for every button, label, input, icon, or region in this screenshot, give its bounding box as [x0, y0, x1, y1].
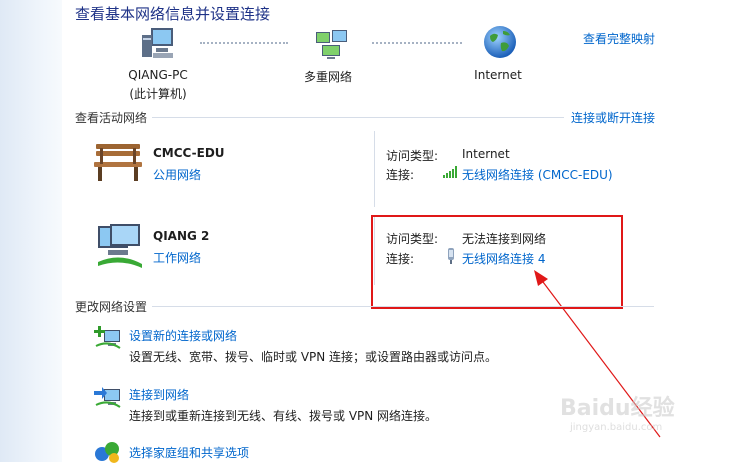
node-label-computer: QIANG-PC (此计算机): [118, 68, 198, 102]
connect-disconnect-link[interactable]: 连接或断开连接: [571, 109, 655, 126]
full-map-link[interactable]: 查看完整映射: [583, 30, 655, 47]
left-navigation-pane: [0, 0, 62, 462]
change-settings-heading: 更改网络设置: [75, 300, 148, 314]
access-type-value: Internet: [462, 147, 510, 161]
network-icon: [313, 28, 351, 63]
network-type-link[interactable]: 工作网络: [153, 249, 201, 266]
signal-bars-icon: [443, 166, 457, 181]
node-label-internet: Internet: [474, 68, 522, 82]
task-description: 连接到或重新连接到无线、有线、拨号或 VPN 网络连接。: [129, 409, 438, 423]
watermark-text: Baidu经验: [560, 396, 675, 421]
section-divider: [152, 306, 654, 307]
computer-icon: [140, 26, 176, 63]
active-networks-heading: 查看活动网络: [75, 111, 148, 125]
network-name: QIANG 2: [153, 229, 210, 243]
connection-link[interactable]: 无线网络连接 (CMCC-EDU): [462, 166, 613, 183]
bench-icon: [92, 140, 144, 187]
task-connect-network-link[interactable]: 连接到网络: [129, 386, 189, 403]
task-description: 设置无线、宽带、拨号、临时或 VPN 连接；或设置路由器或访问点。: [129, 350, 498, 364]
work-network-icon: [94, 222, 146, 273]
section-divider: [152, 117, 564, 118]
node-label-multiple-networks: 多重网络: [303, 70, 352, 84]
node-name: QIANG-PC: [128, 68, 188, 82]
access-type-label: 访问类型:: [386, 149, 439, 163]
baidu-watermark: Baidu经验 jingyan.baidu.com: [560, 390, 675, 433]
homegroup-icon: [94, 441, 122, 466]
watermark-subtext: jingyan.baidu.com: [570, 422, 663, 433]
network-type-link[interactable]: 公用网络: [153, 166, 201, 183]
network-name: CMCC-EDU: [153, 146, 225, 160]
column-divider: [374, 131, 375, 207]
page-title: 查看基本网络信息并设置连接: [75, 5, 271, 23]
map-connector-2: [372, 42, 462, 44]
map-connector-1: [200, 42, 288, 44]
task-setup-connection-link[interactable]: 设置新的连接或网络: [129, 327, 237, 344]
new-connection-icon: [94, 324, 122, 353]
connect-network-icon: [94, 383, 122, 412]
node-subtitle: (此计算机): [129, 87, 187, 101]
globe-icon: [482, 24, 518, 63]
task-homegroup-link[interactable]: 选择家庭组和共享选项: [129, 444, 249, 461]
connection-label: 连接:: [386, 168, 415, 182]
